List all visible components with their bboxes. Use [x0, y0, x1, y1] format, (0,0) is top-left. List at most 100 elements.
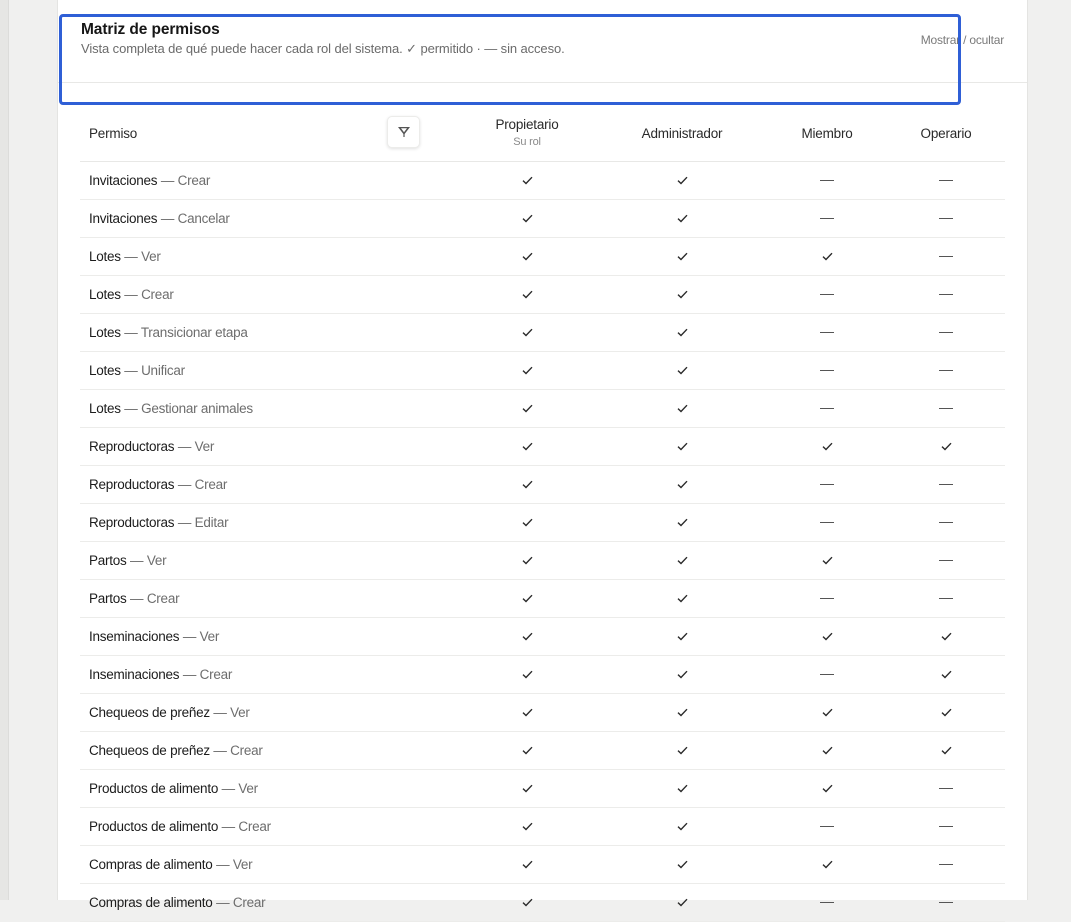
resource-name: Inseminaciones	[89, 629, 180, 644]
check-icon	[507, 172, 547, 188]
table-row: Chequeos de preñez — Ver	[80, 694, 1005, 732]
check-icon	[926, 438, 966, 454]
filter-button[interactable]	[387, 116, 420, 148]
separator: —	[213, 743, 227, 758]
check-icon	[507, 286, 547, 302]
table-row: Invitaciones — Crear	[80, 162, 1005, 200]
table-row: Reproductoras — Editar	[80, 504, 1005, 542]
check-icon	[662, 628, 702, 644]
check-icon	[507, 210, 547, 226]
role-name: Administrador	[641, 126, 723, 141]
table-row: Partos — Crear	[80, 580, 1005, 618]
action-name: Transicionar etapa	[140, 325, 248, 340]
check-icon	[662, 590, 702, 606]
action-name: Gestionar animales	[141, 401, 253, 416]
action-name: Crear	[177, 173, 211, 188]
separator: —	[124, 363, 138, 378]
table-body: Invitaciones — Crear Invitaciones — Cance…	[80, 162, 1005, 922]
column-header-role-1: Propietario Su rol	[447, 117, 607, 148]
check-icon	[807, 780, 847, 796]
table-row: Lotes — Crear	[80, 276, 1005, 314]
table-row: Lotes — Ver	[80, 238, 1005, 276]
separator: —	[177, 439, 192, 454]
check-icon	[662, 894, 702, 910]
check-icon	[662, 514, 702, 530]
check-icon	[507, 362, 547, 378]
permission-cell: Lotes — Transicionar etapa	[89, 325, 248, 340]
check-icon	[662, 742, 702, 758]
table-row: Inseminaciones — Ver	[80, 618, 1005, 656]
table-row: Productos de alimento — Crear	[80, 808, 1005, 846]
dash-icon	[807, 324, 847, 340]
resource-name: Productos de alimento	[89, 781, 219, 796]
check-icon	[507, 438, 547, 454]
action-name: Ver	[238, 781, 258, 796]
resource-name: Lotes	[89, 325, 121, 340]
check-icon	[662, 666, 702, 682]
resource-name: Lotes	[89, 249, 121, 264]
check-icon	[926, 704, 966, 720]
separator: —	[177, 515, 192, 530]
dash-icon	[807, 514, 847, 530]
check-icon	[507, 742, 547, 758]
separator: —	[216, 857, 230, 872]
column-header-permission: Permiso	[89, 126, 138, 141]
resource-name: Compras de alimento	[89, 857, 213, 872]
permissions-table: Permiso Propietario Su rol Administrador…	[80, 106, 1005, 922]
check-icon	[807, 704, 847, 720]
separator: —	[130, 553, 144, 568]
permission-cell: Invitaciones — Crear	[89, 173, 210, 188]
role-name: Operario	[920, 126, 972, 141]
dash-icon	[926, 172, 966, 188]
check-icon	[807, 438, 847, 454]
permission-cell: Lotes — Ver	[89, 249, 161, 264]
table-row: Partos — Ver	[80, 542, 1005, 580]
check-icon	[507, 818, 547, 834]
dash-icon	[926, 400, 966, 416]
check-icon	[926, 628, 966, 644]
permission-cell: Lotes — Unificar	[89, 363, 185, 378]
check-icon	[807, 742, 847, 758]
action-name: Crear	[238, 819, 271, 834]
permission-cell: Inseminaciones — Ver	[89, 629, 219, 644]
permission-cell: Productos de alimento — Crear	[89, 819, 271, 834]
resource-name: Reproductoras	[89, 439, 175, 454]
check-icon	[507, 628, 547, 644]
show-hide-toggle[interactable]: Mostrar / ocultar	[921, 33, 1004, 47]
dash-icon	[926, 818, 966, 834]
dash-icon	[926, 210, 966, 226]
separator: —	[182, 629, 197, 644]
check-icon	[662, 362, 702, 378]
dash-icon	[807, 210, 847, 226]
separator: —	[124, 287, 138, 302]
permission-cell: Partos — Ver	[89, 553, 167, 568]
check-icon	[507, 780, 547, 796]
check-icon	[662, 286, 702, 302]
resource-name: Invitaciones	[89, 211, 158, 226]
check-icon	[507, 476, 547, 492]
check-icon	[926, 742, 966, 758]
dash-icon	[807, 666, 847, 682]
check-icon	[807, 248, 847, 264]
check-icon	[507, 400, 547, 416]
dash-icon	[926, 856, 966, 872]
resource-name: Lotes	[89, 287, 121, 302]
dash-icon	[807, 590, 847, 606]
separator: —	[182, 667, 197, 682]
check-icon	[662, 856, 702, 872]
resource-name: Chequeos de preñez	[89, 743, 210, 758]
check-icon	[662, 324, 702, 340]
action-name: Ver	[146, 553, 167, 568]
dash-icon	[926, 476, 966, 492]
resource-name: Reproductoras	[89, 477, 175, 492]
permission-cell: Inseminaciones — Crear	[89, 667, 232, 682]
dash-icon	[926, 286, 966, 302]
dash-icon	[926, 324, 966, 340]
check-icon	[662, 400, 702, 416]
check-icon	[662, 552, 702, 568]
role-subtitle: Su rol	[513, 136, 541, 148]
separator: —	[124, 325, 138, 340]
action-name: Crear	[199, 667, 233, 682]
action-name: Ver	[199, 629, 220, 644]
dash-icon	[926, 894, 966, 910]
